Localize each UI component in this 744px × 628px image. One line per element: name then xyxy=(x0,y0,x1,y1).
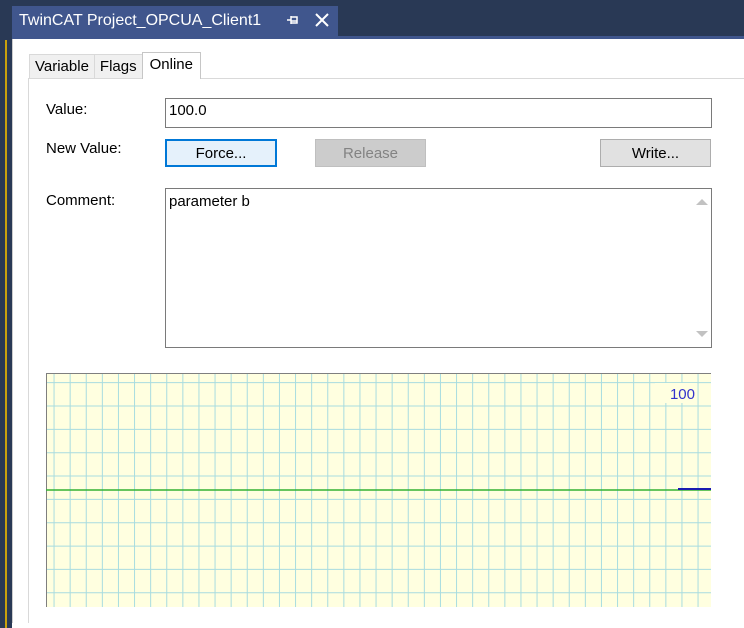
tab-flags[interactable]: Flags xyxy=(93,54,143,79)
value-label: 100 xyxy=(670,386,695,403)
document-tab[interactable]: TwinCAT Project_OPCUA_Client1 xyxy=(12,6,338,36)
pin-icon[interactable] xyxy=(286,13,300,27)
tab-strip: Variable Flags Online xyxy=(29,52,201,79)
tab-variable[interactable]: Variable xyxy=(29,54,95,79)
release-button[interactable]: Release xyxy=(315,139,426,167)
tab-online[interactable]: Online xyxy=(141,52,201,79)
trend-chart: 100 xyxy=(46,373,711,607)
write-button[interactable]: Write... xyxy=(600,139,711,167)
new-value-label: New Value: xyxy=(46,140,122,157)
value-field[interactable]: 100.0 xyxy=(165,98,712,128)
value-label: Value: xyxy=(46,101,88,118)
comment-label: Comment: xyxy=(46,192,116,209)
value-text: 100.0 xyxy=(169,102,207,119)
scroll-down-icon[interactable] xyxy=(696,331,708,337)
comment-scrollbar[interactable] xyxy=(693,189,711,347)
left-frame-marker xyxy=(5,40,7,628)
document-tab-title: TwinCAT Project_OPCUA_Client1 xyxy=(19,12,262,29)
bottom-edge xyxy=(12,623,744,628)
force-button[interactable]: Force... xyxy=(165,139,277,167)
trend-chart-svg: 100 xyxy=(46,373,711,607)
left-frame xyxy=(0,0,10,628)
close-icon[interactable] xyxy=(314,12,330,28)
comment-text: parameter b xyxy=(169,193,250,210)
comment-field[interactable]: parameter b xyxy=(165,188,712,348)
scroll-up-icon[interactable] xyxy=(696,199,708,205)
